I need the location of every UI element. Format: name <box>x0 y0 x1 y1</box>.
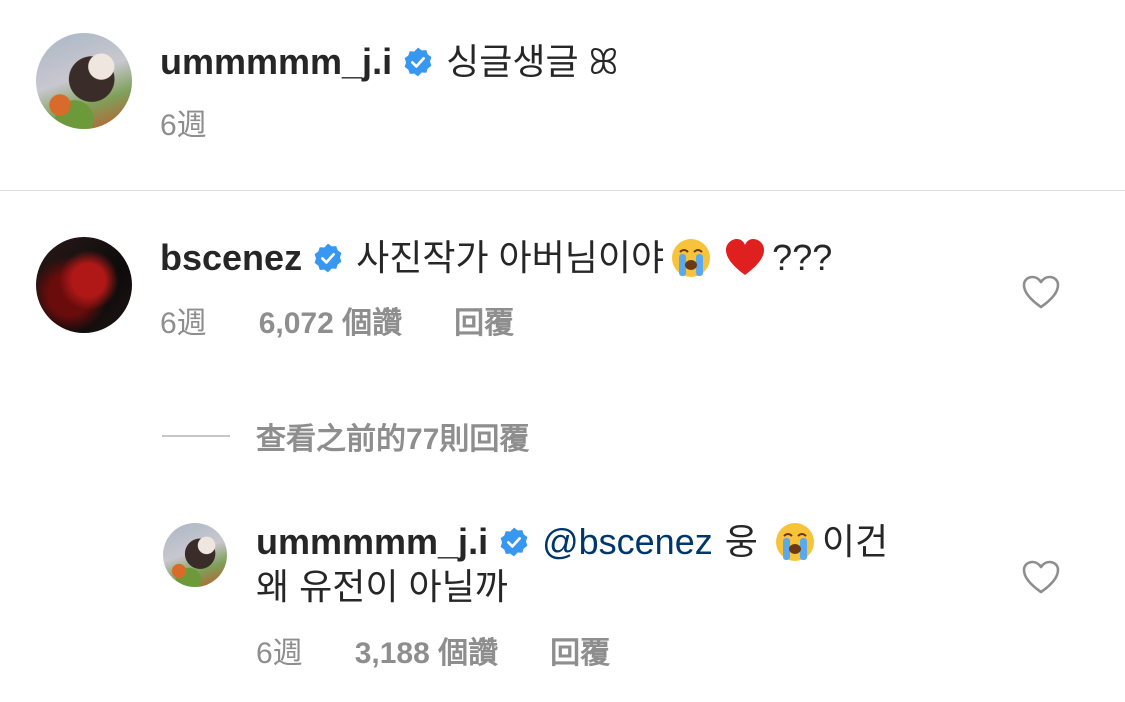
reply-line-2: 왜 유전이 아닐까 <box>256 565 508 609</box>
red-heart-emoji <box>726 239 765 275</box>
view-previous-label: 查看之前的77則回覆 <box>256 423 530 456</box>
caption-meta: 6週 <box>160 108 259 144</box>
username[interactable]: ummmmm_j.i <box>256 520 488 564</box>
like-count[interactable]: 3,188 個讚 <box>355 636 498 672</box>
avatar-bscenez[interactable] <box>36 237 132 333</box>
crying-face-emoji <box>672 239 711 277</box>
reply-text-b: 이건 <box>821 521 889 562</box>
reply-button[interactable]: 回覆 <box>454 306 514 342</box>
username[interactable]: ummmmm_j.i <box>160 40 392 84</box>
divider <box>0 190 1125 191</box>
comment-text: 사진작가 아버님이야 <box>356 237 665 278</box>
comment-trailing-text: ??? <box>772 237 833 278</box>
avatar-ummmmm-j-i[interactable] <box>36 33 132 129</box>
comment-meta: 6週 6,072 個讚 回覆 <box>160 306 566 342</box>
reply-text-a: 웅 <box>724 521 758 562</box>
view-previous-replies[interactable]: 查看之前的77則回覆 <box>162 414 529 458</box>
username[interactable]: bscenez <box>160 236 302 280</box>
reply-line-1: ummmmm_j.i @bscenez 웅 이건 <box>256 520 888 564</box>
timestamp: 6週 <box>256 637 303 670</box>
mention-link[interactable]: @bscenez <box>542 520 713 564</box>
reply-button[interactable]: 回覆 <box>550 636 610 672</box>
like-count[interactable]: 6,072 個讚 <box>259 306 402 342</box>
timestamp: 6週 <box>160 109 207 142</box>
like-heart-icon[interactable] <box>1021 274 1061 310</box>
avatar-ummmmm-j-i[interactable] <box>163 523 227 587</box>
timestamp: 6週 <box>160 307 207 340</box>
comment-line: bscenez 사진작가 아버님이야 ??? <box>160 236 832 280</box>
caption-line: ummmmm_j.i 싱글생글 ꕤ <box>160 40 619 84</box>
caption-text: 싱글생글 ꕤ <box>446 41 619 82</box>
crying-face-emoji <box>775 523 814 561</box>
verified-badge-icon <box>404 47 432 77</box>
reply-meta: 6週 3,188 個讚 回覆 <box>256 636 662 672</box>
verified-badge-icon <box>500 527 528 557</box>
like-heart-icon[interactable] <box>1021 559 1061 595</box>
replies-divider-line <box>162 435 230 437</box>
verified-badge-icon <box>314 243 342 273</box>
reply-text-line2: 왜 유전이 아닐까 <box>256 566 508 607</box>
